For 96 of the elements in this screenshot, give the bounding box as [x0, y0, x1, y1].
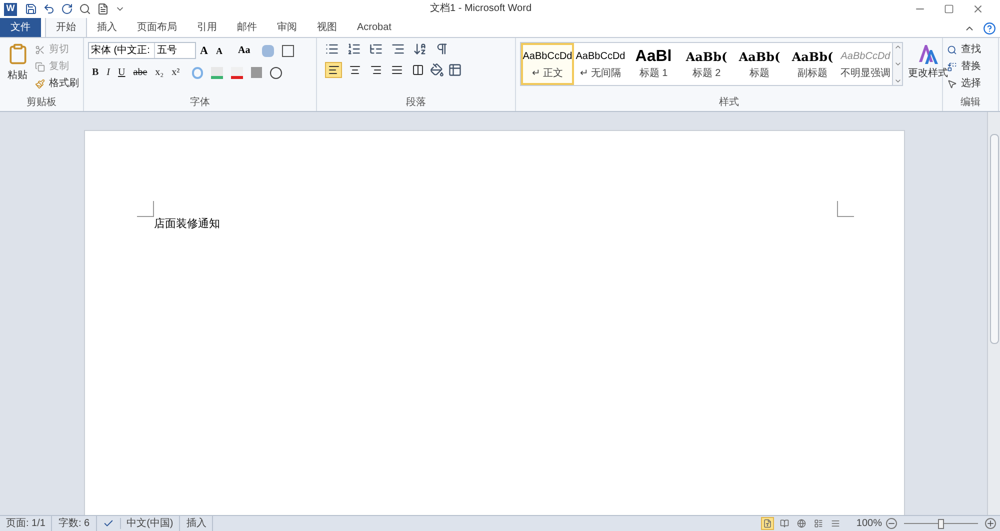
- cut-icon[interactable]: [35, 44, 45, 54]
- scroll-up-icon[interactable]: [894, 43, 902, 51]
- align-lines-icon: [370, 64, 382, 76]
- group-label: 字体: [189, 96, 211, 110]
- file-tab[interactable]: 文件: [0, 17, 41, 37]
- format-button[interactable]: I: [106, 65, 110, 80]
- vertical-scrollbar[interactable]: [987, 112, 1000, 515]
- group-label: 编辑: [960, 96, 982, 110]
- grow-font-icon[interactable]: A: [200, 44, 212, 56]
- zoom-in-icon[interactable]: [985, 518, 996, 529]
- align-lines-icon: [390, 64, 402, 76]
- style-gallery-item[interactable]: AaBb( 标题 2: [680, 43, 733, 85]
- window-title: 文档1 - Microsoft Word: [430, 2, 532, 16]
- new-document-icon[interactable]: [97, 3, 109, 15]
- document-text: 店面装修通知: [154, 216, 221, 232]
- margin-corner-mark: [137, 201, 154, 217]
- ribbon-tab[interactable]: 视图: [307, 17, 347, 37]
- pointer-icon[interactable]: [947, 78, 957, 88]
- group-label: 剪贴板: [26, 96, 58, 110]
- border-char-icon[interactable]: [282, 44, 294, 56]
- shrink-font-icon[interactable]: A: [216, 46, 226, 56]
- save-icon[interactable]: [25, 3, 37, 15]
- undo-icon[interactable]: [43, 3, 55, 15]
- format-button[interactable]: x₂: [155, 65, 164, 80]
- find-button[interactable]: 查找: [961, 42, 981, 57]
- status-item[interactable]: 字数: 6: [52, 516, 97, 531]
- multilevel-list-icon[interactable]: [369, 42, 383, 56]
- align-lines-icon: [348, 64, 360, 76]
- format-painter-button[interactable]: 格式刷: [49, 76, 79, 91]
- ribbon-tab[interactable]: 邮件: [227, 17, 267, 37]
- zoom-slider-thumb[interactable]: [938, 518, 944, 528]
- style-gallery-item[interactable]: AaBl 标题 1: [627, 43, 680, 85]
- status-item[interactable]: 插入: [180, 516, 214, 531]
- ribbon-tab[interactable]: 引用: [187, 17, 227, 37]
- binoculars-icon[interactable]: [947, 44, 957, 54]
- view-mode-icon: [797, 519, 806, 528]
- print-preview-icon[interactable]: [79, 3, 91, 15]
- indent-icon[interactable]: [391, 42, 405, 56]
- change-styles-button[interactable]: 更改样式: [908, 66, 948, 81]
- style-gallery-item[interactable]: AaBb( 副标题: [786, 43, 839, 85]
- align-button[interactable]: [325, 62, 342, 78]
- brush-icon[interactable]: [35, 78, 45, 88]
- table-border-icon[interactable]: [448, 63, 462, 77]
- view-button[interactable]: [795, 517, 808, 530]
- close-icon[interactable]: [972, 3, 984, 15]
- replace-button[interactable]: 替换: [961, 59, 981, 74]
- view-mode-icon: [814, 519, 824, 528]
- view-button[interactable]: [761, 517, 774, 530]
- view-mode-icon: [763, 519, 772, 528]
- format-button[interactable]: B: [92, 65, 99, 80]
- help-icon[interactable]: [983, 22, 996, 35]
- ribbon-tab[interactable]: 开始: [45, 17, 87, 37]
- scroll-down-icon[interactable]: [894, 60, 902, 68]
- numbered-list-icon[interactable]: [347, 42, 361, 56]
- ribbon-tab[interactable]: Acrobat: [347, 17, 402, 37]
- font-color-icon[interactable]: [230, 66, 243, 78]
- margin-corner-mark: [837, 201, 854, 217]
- format-button[interactable]: U: [118, 65, 126, 80]
- sort-icon[interactable]: [413, 42, 427, 56]
- status-item[interactable]: 页面: 1/1: [0, 516, 52, 531]
- paste-button[interactable]: 粘贴: [8, 68, 28, 83]
- select-button[interactable]: 选择: [961, 76, 981, 91]
- format-button[interactable]: x²: [172, 65, 180, 80]
- ribbon-tab[interactable]: 审阅: [267, 17, 307, 37]
- copy-icon[interactable]: [35, 62, 45, 72]
- align-lines-icon: [412, 64, 424, 76]
- format-button[interactable]: abe: [133, 65, 148, 80]
- enclose-icon[interactable]: [270, 66, 282, 78]
- ribbon-tab[interactable]: 插入: [87, 17, 127, 37]
- zoom-slider[interactable]: [901, 518, 981, 528]
- change-case-button[interactable]: Aa: [238, 43, 250, 58]
- replace-icon[interactable]: [947, 62, 957, 72]
- ribbon-tab[interactable]: 页面布局: [127, 17, 187, 37]
- proofing-check-icon[interactable]: [102, 518, 114, 529]
- view-button[interactable]: [778, 517, 792, 530]
- style-gallery-item[interactable]: AaBbCcDd 不明显强调: [839, 43, 892, 85]
- pilcrow-icon[interactable]: [435, 42, 449, 56]
- group-label: 样式: [718, 96, 740, 110]
- zoom-out-icon[interactable]: [886, 518, 897, 529]
- style-gallery-item[interactable]: AaBb( 标题: [733, 43, 786, 85]
- style-gallery-item[interactable]: AaBbCcDd ↵ 无间隔: [574, 43, 627, 85]
- shading-icon[interactable]: [250, 67, 262, 78]
- view-mode-icon: [780, 519, 790, 528]
- group-label: 段落: [405, 96, 427, 110]
- align-lines-icon: [328, 64, 340, 76]
- redo-icon[interactable]: [61, 3, 73, 15]
- zoom-level[interactable]: 100%: [856, 516, 882, 531]
- bullet-list-icon[interactable]: [325, 42, 339, 56]
- paint-bucket-icon[interactable]: [430, 63, 444, 77]
- more-icon[interactable]: [894, 77, 902, 85]
- status-item[interactable]: 中文(中国): [120, 516, 180, 531]
- highlight-icon[interactable]: [210, 66, 223, 78]
- view-mode-icon: [831, 519, 840, 528]
- app-logo: W: [4, 2, 17, 16]
- change-styles-icon[interactable]: [917, 42, 939, 66]
- restore-icon[interactable]: [944, 4, 954, 14]
